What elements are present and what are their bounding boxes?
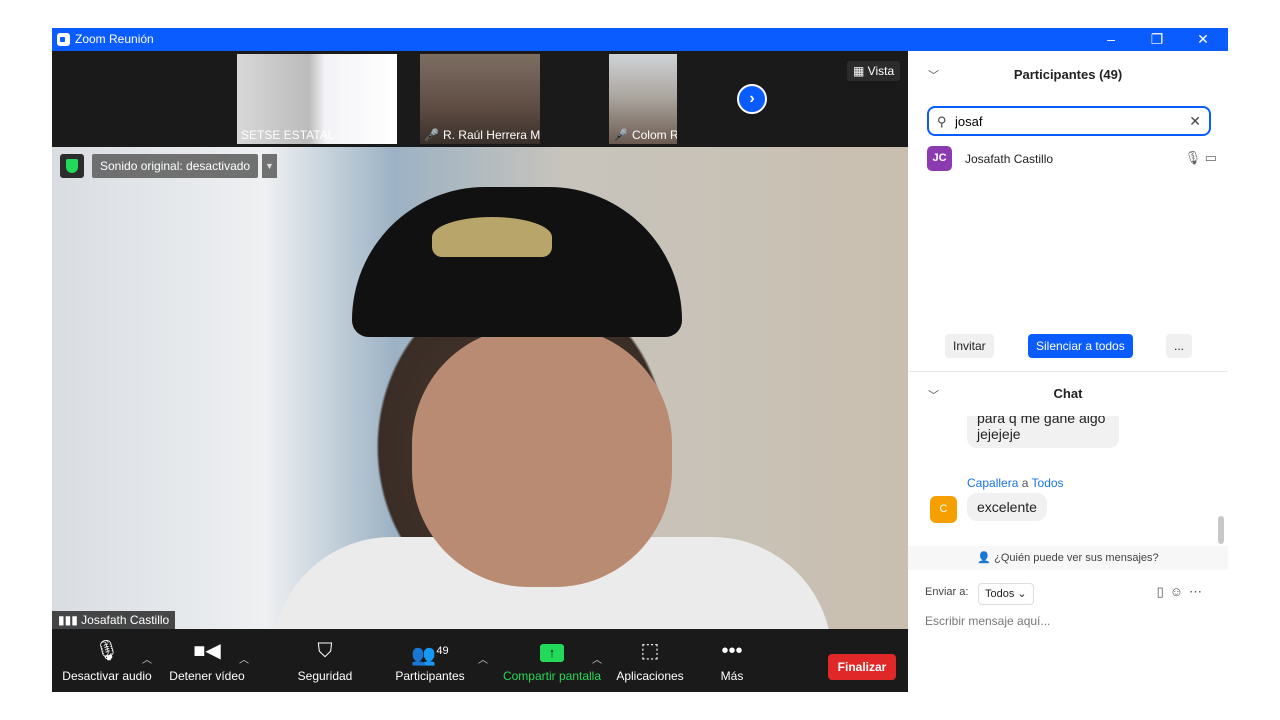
video-thumbnail[interactable]: SETSE ESTATAL	[237, 54, 397, 144]
person-lock-icon: 👤	[977, 552, 995, 564]
more-dots-icon: •••	[721, 640, 743, 662]
meeting-area: SETSE ESTATAL 🎤R. Raúl Herrera Morg... 🎤…	[52, 51, 908, 692]
chevron-down-icon: ⌄	[1017, 588, 1027, 600]
mute-audio-button[interactable]: 🎙 Desactivar audio	[62, 637, 152, 683]
share-screen-button[interactable]: ↑ Compartir pantalla	[500, 637, 604, 683]
view-button[interactable]: ▦ Vista	[847, 61, 901, 81]
chat-messages: para q me gane algo jejejeje Capallera a…	[908, 416, 1228, 546]
participant-row[interactable]: JC Josafath Castillo 🎙 ▭	[927, 146, 1217, 172]
divider	[908, 371, 1228, 372]
mic-off-icon: 🎤	[613, 128, 628, 142]
zoom-window: Zoom Reunión – ❐ ✕ SETSE ESTATAL 🎤 R. Raú…	[52, 28, 1228, 692]
grid-icon: ▦	[853, 64, 868, 78]
signal-bars-icon: ▮▮▮	[58, 613, 82, 627]
minimize-button[interactable]: –	[1088, 28, 1134, 51]
video-camera-icon: ■◀	[193, 640, 221, 662]
send-to-label: Enviar a:	[925, 586, 969, 598]
security-button[interactable]: ⛉ Seguridad	[295, 637, 355, 683]
participants-title: Participantes (49)	[1013, 67, 1123, 82]
zoom-logo-icon	[57, 33, 70, 46]
filmstrip: SETSE ESTATAL 🎤R. Raúl Herrera Morg... 🎤…	[52, 51, 908, 147]
stop-video-button[interactable]: ■◀ Detener vídeo	[167, 637, 247, 683]
chat-message: excelente	[967, 493, 1047, 521]
video-camera-icon[interactable]: ▭	[1205, 150, 1217, 165]
share-arrow-icon: ↑	[540, 644, 564, 662]
side-panel: ﹀ Participantes (49) ⚲ ✕ JC Josafath Cas…	[908, 51, 1228, 692]
participants-count: 49	[436, 645, 449, 657]
meeting-toolbar: 🎙 Desactivar audio ︿ ■◀ Detener vídeo ︿ …	[52, 629, 908, 692]
next-page-button[interactable]: ›	[737, 84, 767, 114]
speaker-name-tag: ▮▮▮ Josafath Castillo	[52, 611, 176, 629]
chat-title: Chat	[1053, 386, 1083, 401]
apps-icon: ⬚	[640, 640, 660, 662]
video-thumbnail[interactable]: 🎤Colom Rosado	[609, 54, 677, 144]
microphone-icon[interactable]: 🎙	[1185, 150, 1202, 165]
chevron-down-icon[interactable]: ▼	[262, 154, 277, 178]
chat-message: para q me gane algo jejejeje	[967, 416, 1119, 448]
thumbnail-label: Colom Rosado	[631, 128, 677, 142]
encryption-shield-icon[interactable]	[60, 154, 84, 178]
chevron-up-icon[interactable]: ︿	[239, 651, 249, 666]
participants-button[interactable]: 👥49 Participantes	[392, 637, 468, 683]
more-dots-icon[interactable]: ⋯	[1189, 584, 1208, 599]
search-icon: ⚲	[937, 114, 947, 129]
message-sender: Capallera a Todos	[967, 476, 1064, 490]
video-content	[352, 187, 682, 337]
close-button[interactable]: ✕	[1180, 28, 1226, 51]
clear-search-icon[interactable]: ✕	[1189, 113, 1201, 130]
microphone-icon: 🎙	[94, 640, 120, 662]
avatar: C	[930, 496, 957, 523]
restore-button[interactable]: ❐	[1134, 28, 1180, 51]
search-input[interactable]	[955, 112, 1175, 130]
mic-off-icon: 🎤	[424, 128, 439, 142]
invite-button[interactable]: Invitar	[945, 334, 994, 358]
message-input[interactable]: Escribir mensaje aquí...	[925, 614, 1050, 628]
thumbnail-label: R. Raúl Herrera Morg...	[442, 128, 540, 142]
video-content	[412, 327, 672, 587]
thumbnail-label: SETSE ESTATAL	[241, 128, 335, 142]
end-meeting-button[interactable]: Finalizar	[828, 654, 896, 680]
avatar: JC	[927, 146, 952, 171]
recipient-select[interactable]: Todos ⌄	[978, 583, 1034, 605]
original-sound-button[interactable]: Sonido original: desactivado	[92, 154, 259, 178]
participant-name: Josafath Castillo	[965, 152, 1054, 166]
chevron-up-icon[interactable]: ︿	[142, 651, 152, 666]
chevron-up-icon[interactable]: ︿	[592, 651, 602, 666]
window-title: Zoom Reunión	[75, 32, 154, 46]
participant-search: ⚲ ✕	[927, 106, 1211, 136]
chevron-up-icon[interactable]: ︿	[478, 651, 488, 666]
chat-scrollbar[interactable]	[1218, 516, 1224, 544]
apps-button[interactable]: ⬚ Aplicaciones	[615, 637, 685, 683]
file-icon[interactable]: ▯	[1157, 584, 1170, 599]
mute-all-button[interactable]: Silenciar a todos	[1028, 334, 1133, 358]
title-bar: Zoom Reunión – ❐ ✕	[52, 28, 1228, 51]
more-options-button[interactable]: ...	[1166, 334, 1193, 358]
participants-icon: 👥	[411, 644, 437, 667]
emoji-icon[interactable]: ☺	[1170, 584, 1189, 599]
more-button[interactable]: ••• Más	[712, 637, 752, 683]
message-privacy-link[interactable]: 👤 ¿Quién puede ver sus mensajes?	[908, 546, 1228, 570]
video-thumbnail[interactable]: 🎤R. Raúl Herrera Morg...	[420, 54, 540, 144]
main-video: Sonido original: desactivado ▼ ▮▮▮ Josaf…	[52, 147, 908, 629]
shield-icon: ⛉	[317, 640, 333, 662]
